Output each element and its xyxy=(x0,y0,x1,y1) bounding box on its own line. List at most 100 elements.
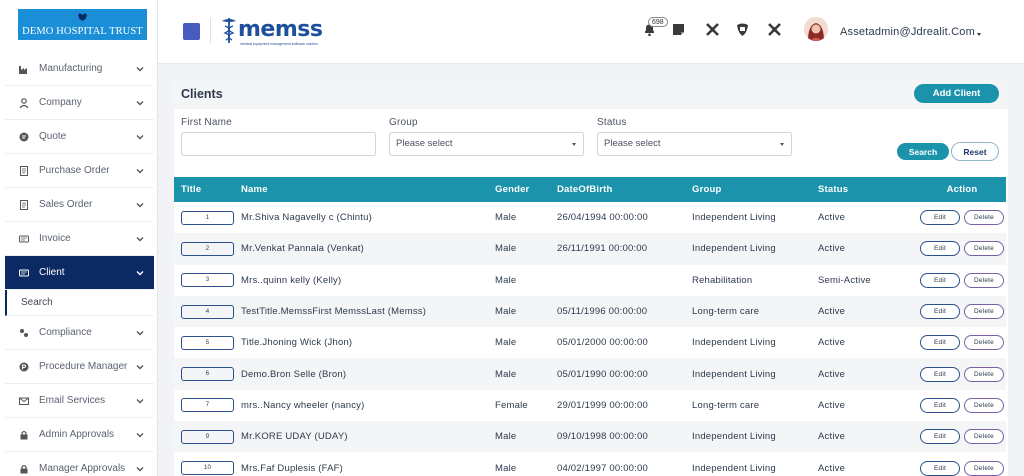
edit-button[interactable]: Edit xyxy=(920,397,960,413)
reset-button[interactable]: Reset xyxy=(951,142,999,161)
sidebar-item-invoice[interactable]: Invoice xyxy=(5,222,154,256)
clients-panel: Clients Add Client First Name Group Plea… xyxy=(174,79,1008,476)
chevron-down-icon xyxy=(136,467,144,472)
chevron-down-icon xyxy=(136,169,144,174)
user-email[interactable]: Assetadmin@Jdrealit.Com xyxy=(840,26,975,38)
sidebar-item-client[interactable]: Client xyxy=(5,256,154,290)
caduceus-icon xyxy=(222,18,236,43)
name-cell[interactable]: Mr.Venkat Pannala (Venkat) xyxy=(241,243,364,254)
delete-button[interactable]: Delete xyxy=(964,304,1004,320)
sidebar-item-quote[interactable]: Quote xyxy=(5,120,154,154)
gender-cell: Male xyxy=(495,212,517,224)
menu-toggle-button[interactable] xyxy=(183,23,200,40)
delete-button[interactable]: Delete xyxy=(964,429,1004,445)
sidebar-item-compliance[interactable]: Compliance xyxy=(5,316,154,350)
column-header-group[interactable]: Group xyxy=(692,177,818,202)
name-cell[interactable]: mrs..Nancy wheeler (nancy) xyxy=(241,400,364,411)
column-header-status[interactable]: Status xyxy=(818,177,906,202)
shield-icon[interactable] xyxy=(735,22,750,37)
name-cell[interactable]: TestTitle.MemssFirst MemssLast (Memss) xyxy=(241,306,426,317)
sidebar-subitem-search[interactable]: Search xyxy=(5,290,154,316)
title-cell[interactable]: 4 xyxy=(181,304,234,319)
first-name-input[interactable] xyxy=(181,132,376,156)
delete-button[interactable]: Delete xyxy=(964,366,1004,382)
edit-button[interactable]: Edit xyxy=(920,366,960,382)
avatar[interactable] xyxy=(804,17,828,41)
sidebar-item-company[interactable]: Company xyxy=(5,86,154,120)
name-cell[interactable]: Title.Jhoning Wick (Jhon) xyxy=(241,337,352,348)
edit-button[interactable]: Edit xyxy=(920,304,960,320)
sidebar-item-procedure-manager[interactable]: P Procedure Manager xyxy=(5,350,154,384)
delete-button[interactable]: Delete xyxy=(964,397,1004,413)
edit-button[interactable]: Edit xyxy=(920,460,960,476)
column-header-title[interactable]: Title xyxy=(174,177,241,202)
delete-button[interactable]: Delete xyxy=(964,460,1004,476)
sidebar-item-label: Client xyxy=(39,267,65,278)
dob-cell: 29/01/1999 00:00:00 xyxy=(557,399,648,411)
status-select[interactable]: Please select xyxy=(597,132,792,156)
edit-button[interactable]: Edit xyxy=(920,241,960,257)
table-row: 7 mrs..Nancy wheeler (nancy) Female 29/01/1… xyxy=(174,390,1006,421)
delete-button[interactable]: Delete xyxy=(964,241,1004,257)
name-cell[interactable]: Mr.KORE UDAY (UDAY) xyxy=(241,431,348,442)
sidebar-item-admin-approvals[interactable]: Admin Approvals xyxy=(5,418,154,452)
sidebar-item-purchase-order[interactable]: Purchase Order xyxy=(5,154,154,188)
group-cell: Independent Living xyxy=(692,431,776,443)
caret-down-icon[interactable] xyxy=(977,33,981,36)
panel-header: Clients Add Client xyxy=(174,79,1008,109)
brand-name: DEMO HOSPITAL TRUST xyxy=(22,26,143,37)
table-row: 9 Mr.KORE UDAY (UDAY) Male 09/10/1998 00:00… xyxy=(174,421,1006,453)
column-header-gender[interactable]: Gender xyxy=(495,177,557,202)
logo-tagline: medical equipment management software so… xyxy=(240,42,319,46)
status-cell: Semi-Active xyxy=(818,274,871,286)
email-icon xyxy=(19,397,29,405)
sidebar-item-manager-approvals[interactable]: Manager Approvals xyxy=(5,452,154,476)
name-cell[interactable]: Demo.Bron Selle (Bron) xyxy=(241,369,346,380)
svg-text:P: P xyxy=(22,364,27,371)
title-cell[interactable]: 3 xyxy=(181,273,234,288)
sidebar-item-email-services[interactable]: Email Services xyxy=(5,384,154,418)
wrench-icon[interactable] xyxy=(767,22,782,37)
title-cell[interactable]: 5 xyxy=(181,335,234,350)
sidebar-item-label: Sales Order xyxy=(39,199,93,210)
sidebar-item-label: Purchase Order xyxy=(39,165,110,176)
group-select[interactable]: Please select xyxy=(389,132,584,156)
add-client-button[interactable]: Add Client xyxy=(914,84,999,103)
group-cell: Independent Living xyxy=(692,337,776,349)
delete-button[interactable]: Delete xyxy=(964,335,1004,351)
delete-button[interactable]: Delete xyxy=(964,272,1004,288)
delete-button[interactable]: Delete xyxy=(964,210,1004,226)
memss-logo[interactable]: memss medical equipment management softw… xyxy=(220,16,323,48)
group-cell: Rehabilitation xyxy=(692,274,753,286)
sidebar-item-manufacturing[interactable]: Manufacturing xyxy=(5,52,154,86)
name-cell[interactable]: Mrs..quinn kelly (Kelly) xyxy=(241,275,341,286)
edit-button[interactable]: Edit xyxy=(920,272,960,288)
title-cell[interactable]: 7 xyxy=(181,398,234,413)
sidebar-item-sales-order[interactable]: Sales Order xyxy=(5,188,154,222)
brand-logo[interactable]: DEMO HOSPITAL TRUST xyxy=(18,9,147,40)
search-button[interactable]: Search xyxy=(897,143,949,160)
title-cell[interactable]: 1 xyxy=(181,210,234,225)
dob-cell: 09/10/1998 00:00:00 xyxy=(557,431,648,443)
tools-icon[interactable] xyxy=(705,22,720,37)
column-header-name[interactable]: Name xyxy=(241,177,495,202)
note-icon[interactable] xyxy=(671,22,686,37)
page-title: Clients xyxy=(181,87,223,101)
table-row: 2 Mr.Venkat Pannala (Venkat) Male 26/11/199… xyxy=(174,233,1006,265)
title-cell[interactable]: 9 xyxy=(181,429,234,444)
title-cell[interactable]: 10 xyxy=(181,461,234,476)
factory-icon xyxy=(19,65,27,74)
procedure-icon: P xyxy=(19,362,29,371)
dob-cell: 04/02/1997 00:00:00 xyxy=(557,462,648,474)
edit-button[interactable]: Edit xyxy=(920,335,960,351)
title-cell[interactable]: 2 xyxy=(181,241,234,256)
compliance-icon xyxy=(20,328,28,337)
purchase-order-icon xyxy=(20,165,28,176)
edit-button[interactable]: Edit xyxy=(920,210,960,226)
column-header-dob[interactable]: DateOfBirth xyxy=(557,177,692,202)
name-cell[interactable]: Mrs.Faf Duplesis (FAF) xyxy=(241,463,343,474)
table-row: 3 Mrs..quinn kelly (Kelly) Male Rehabilitat… xyxy=(174,265,1006,296)
name-cell[interactable]: Mr.Shiva Nagavelly c (Chintu) xyxy=(241,212,372,223)
edit-button[interactable]: Edit xyxy=(920,429,960,445)
title-cell[interactable]: 6 xyxy=(181,367,234,382)
